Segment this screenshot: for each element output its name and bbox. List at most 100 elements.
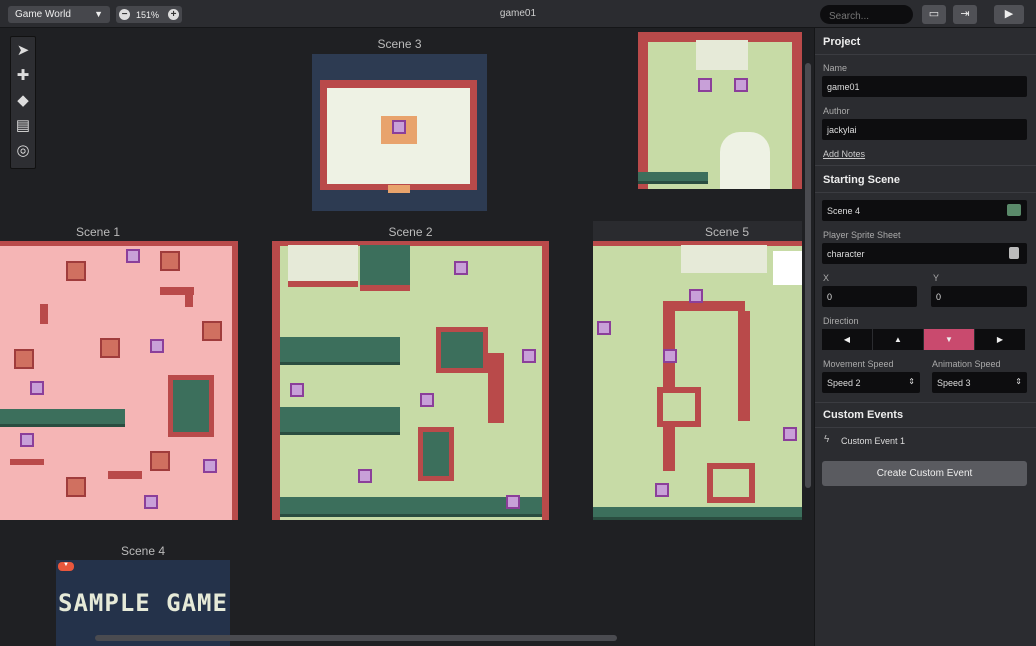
add-notes-link[interactable]: Add Notes: [823, 149, 865, 159]
stairs: [681, 245, 767, 273]
eraser-tool-button[interactable]: ◆: [11, 89, 35, 113]
building-roof: [360, 245, 410, 291]
add-tool-button[interactable]: ✚: [11, 64, 35, 88]
direction-right-button[interactable]: ▶: [975, 329, 1025, 350]
npc-sprite[interactable]: [150, 339, 164, 353]
npc-sprite[interactable]: [126, 249, 140, 263]
starting-scene-header: Starting Scene: [823, 174, 901, 186]
direction-left-button[interactable]: ◀: [822, 329, 872, 350]
scene-thumbnail-icon: [1007, 204, 1021, 216]
npc-sprite[interactable]: [20, 433, 34, 447]
scene-1[interactable]: [0, 241, 238, 520]
divider: [815, 54, 1036, 55]
divider: [815, 192, 1036, 193]
eraser-icon: ◆: [17, 92, 29, 109]
npc-sprite[interactable]: [358, 469, 372, 483]
paint-tool-button[interactable]: ▤: [11, 114, 35, 138]
tool-palette: ➤ ✚ ◆ ▤ ◎: [10, 36, 36, 169]
x-field[interactable]: 0: [822, 286, 917, 307]
npc-sprite[interactable]: [144, 495, 158, 509]
npc-sprite[interactable]: [30, 381, 44, 395]
select-tool-button[interactable]: ➤: [11, 39, 35, 63]
movement-speed-value: Speed 2: [827, 378, 861, 388]
right-wall: [542, 241, 549, 520]
movement-speed-select[interactable]: Speed 2 ⇕: [822, 372, 920, 393]
left-wall: [638, 32, 648, 189]
divider: [815, 402, 1036, 403]
folder-icon: ▭: [928, 8, 940, 20]
custom-events-header: Custom Events: [823, 409, 904, 421]
author-field[interactable]: jackylai: [822, 119, 1027, 140]
project-header: Project: [823, 36, 861, 48]
tree: [100, 338, 120, 358]
export-button[interactable]: ⇥: [953, 5, 977, 24]
hedge-row: [0, 409, 125, 427]
play-button[interactable]: ▶: [994, 5, 1024, 24]
right-wall: [792, 32, 802, 189]
npc-sprite[interactable]: [203, 459, 217, 473]
tree: [150, 451, 170, 471]
garden: [436, 327, 488, 373]
top-toolbar: Game World ▼ − 151% + game01 ▭ ⇥ ▶: [0, 0, 1036, 28]
export-icon: ⇥: [960, 8, 970, 20]
vertical-scrollbar[interactable]: [805, 63, 811, 488]
direction-up-button[interactable]: ▲: [873, 329, 923, 350]
cliff: [675, 301, 745, 311]
npc-sprite[interactable]: [420, 393, 434, 407]
npc-sprite[interactable]: [454, 261, 468, 275]
npc-sprite[interactable]: [506, 495, 520, 509]
npc-sprite[interactable]: [689, 289, 703, 303]
scene-top-right[interactable]: [638, 32, 802, 189]
tree: [66, 477, 86, 497]
npc-sprite[interactable]: [663, 349, 677, 363]
paint-icon: ▤: [15, 117, 31, 134]
npc-sprite[interactable]: [392, 120, 406, 134]
horizontal-scrollbar[interactable]: [95, 635, 617, 641]
create-custom-event-button[interactable]: Create Custom Event: [822, 461, 1027, 486]
updown-icon: ⇕: [908, 377, 915, 386]
direction-label: Direction: [823, 316, 859, 326]
starting-scene-select[interactable]: Scene 4: [822, 200, 1027, 221]
top-wall: [0, 241, 238, 246]
fence: [638, 172, 708, 184]
scene-3[interactable]: [312, 54, 487, 211]
divider: [815, 165, 1036, 166]
sprite-sheet-select[interactable]: character: [822, 243, 1027, 264]
tree: [202, 321, 222, 341]
palette-icon: ◎: [16, 142, 30, 159]
scene-5-header: [593, 221, 802, 241]
brick-wall: [40, 304, 48, 324]
animation-speed-select[interactable]: Speed 3 ⇕: [932, 372, 1027, 393]
title-art-text: SAMPLE GAME: [58, 589, 228, 617]
npc-sprite[interactable]: [698, 78, 712, 92]
x-label: X: [823, 273, 830, 283]
cliff: [738, 311, 750, 421]
direction-down-button[interactable]: ▼: [924, 329, 974, 350]
bolt-icon: ϟ: [824, 434, 830, 445]
y-label: Y: [933, 273, 940, 283]
npc-sprite[interactable]: [655, 483, 669, 497]
scene-4[interactable]: ▼ SAMPLE GAME: [56, 560, 230, 646]
scene-4-label: Scene 4: [120, 544, 166, 558]
y-field[interactable]: 0: [931, 286, 1027, 307]
custom-event-item[interactable]: ϟ Custom Event 1: [815, 428, 1036, 453]
palette-tool-button[interactable]: ◎: [11, 139, 35, 163]
npc-sprite[interactable]: [597, 321, 611, 335]
npc-sprite[interactable]: [522, 349, 536, 363]
npc-sprite[interactable]: [290, 383, 304, 397]
start-marker-icon: ▼: [58, 562, 74, 571]
left-wall: [272, 241, 280, 520]
folder-button[interactable]: ▭: [922, 5, 946, 24]
tree: [14, 349, 34, 369]
npc-sprite[interactable]: [734, 78, 748, 92]
building: [288, 245, 358, 287]
search-input[interactable]: [820, 5, 913, 24]
world-canvas[interactable]: Scene 3 Scene 1 Scene 2 Scene 5 Scene 4 …: [0, 28, 814, 646]
scene-2[interactable]: [272, 241, 549, 520]
npc-sprite[interactable]: [783, 427, 797, 441]
name-field[interactable]: game01: [822, 76, 1027, 97]
scene-5[interactable]: [593, 241, 802, 520]
play-icon: ▶: [1004, 8, 1014, 20]
updown-icon: ⇕: [1015, 377, 1022, 386]
stairs: [696, 40, 748, 70]
